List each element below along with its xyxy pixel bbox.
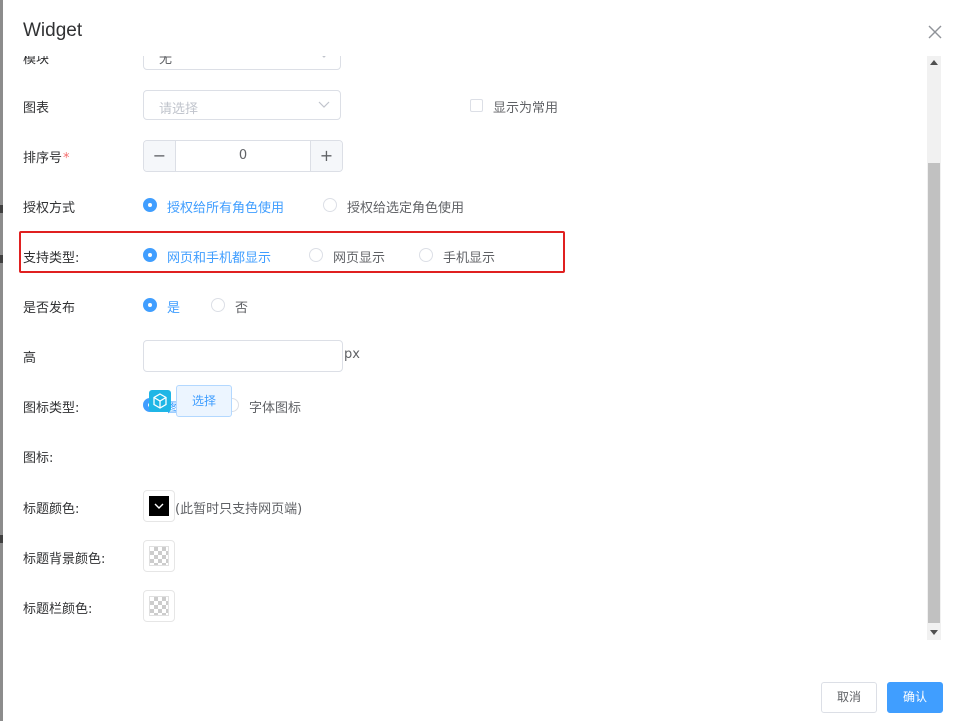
- height-input[interactable]: [143, 340, 343, 372]
- cube-icon: [149, 390, 171, 412]
- title-color-picker[interactable]: [143, 490, 175, 522]
- title-bg-color-picker[interactable]: [143, 540, 175, 572]
- increment-button[interactable]: +: [310, 141, 342, 171]
- title-color-label: 标题颜色:: [23, 502, 80, 517]
- module-label: 模块: [23, 56, 50, 67]
- icon-type-label: 图标类型:: [23, 401, 80, 416]
- close-icon[interactable]: [926, 23, 944, 41]
- chevron-down-icon: [322, 56, 326, 58]
- chevron-down-icon: [318, 101, 330, 108]
- height-label: 高: [23, 351, 37, 366]
- scrollbar-thumb[interactable]: [928, 163, 940, 623]
- show-as-common-label: 显示为常用: [493, 101, 559, 116]
- chart-select-placeholder: 请选择: [159, 102, 199, 117]
- titlebar-color-label: 标题栏颜色:: [23, 602, 93, 617]
- publish-label: 是否发布: [23, 301, 76, 316]
- module-select-value: 无: [159, 56, 173, 67]
- auth-label: 授权方式: [23, 201, 76, 216]
- icon-label: 图标:: [23, 451, 54, 466]
- vertical-scrollbar[interactable]: [927, 56, 941, 640]
- order-stepper[interactable]: − 0 +: [143, 140, 343, 172]
- dialog-body: 模块 无 图表 请选择 显示为常用 排序号* − 0 + 授权方式 授权给所有角…: [3, 56, 928, 640]
- transparent-swatch: [149, 546, 169, 566]
- color-swatch: [149, 496, 169, 516]
- chevron-down-icon: [154, 503, 164, 509]
- order-value[interactable]: 0: [176, 141, 310, 171]
- decrement-button[interactable]: −: [144, 141, 176, 171]
- title-color-note: (此暂时只支持网页端): [175, 502, 303, 517]
- choose-icon-button[interactable]: 选择: [176, 385, 232, 417]
- scroll-up-arrow-icon[interactable]: [930, 60, 938, 65]
- chart-select[interactable]: 请选择: [143, 90, 341, 120]
- cancel-button[interactable]: 取消: [821, 682, 877, 713]
- height-unit: px: [344, 347, 360, 362]
- titlebar-color-picker[interactable]: [143, 590, 175, 622]
- confirm-button[interactable]: 确认: [887, 682, 943, 713]
- module-select[interactable]: 无: [143, 56, 341, 70]
- title-bg-color-label: 标题背景颜色:: [23, 552, 106, 567]
- support-type-label: 支持类型:: [23, 251, 80, 266]
- transparent-swatch: [149, 596, 169, 616]
- show-as-common-checkbox[interactable]: [470, 99, 483, 112]
- order-label: 排序号*: [23, 151, 70, 166]
- dialog-title: Widget: [23, 20, 83, 41]
- chart-label: 图表: [23, 101, 50, 116]
- scroll-down-arrow-icon[interactable]: [930, 630, 938, 635]
